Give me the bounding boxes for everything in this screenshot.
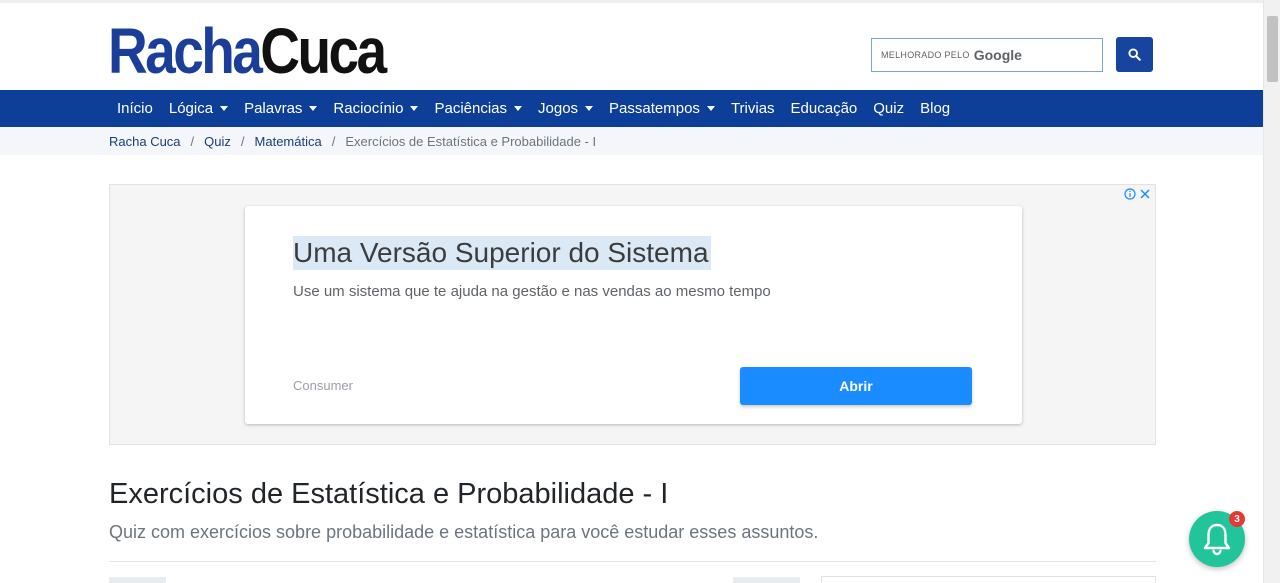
- nav-item-label: Raciocínio: [333, 100, 404, 117]
- ad-title[interactable]: Uma Versão Superior do Sistema: [293, 236, 711, 270]
- breadcrumb-separator: /: [331, 133, 336, 149]
- search-prefix-text: MELHORADO PELO: [881, 50, 970, 60]
- nav-items: Início Lógica Palavras Raciocínio Paciências…: [109, 90, 958, 127]
- breadcrumb-quiz[interactable]: Quiz: [204, 134, 231, 149]
- nav-item-jogos[interactable]: Jogos: [530, 100, 601, 117]
- main-nav: Início Lógica Palavras Raciocínio Paciências…: [0, 90, 1263, 127]
- caret-down-icon: [410, 106, 419, 111]
- site-logo[interactable]: Racha Cuca: [108, 11, 387, 87]
- breadcrumb-home[interactable]: Racha Cuca: [109, 134, 181, 149]
- caret-down-icon: [309, 106, 318, 111]
- nav-item-logica[interactable]: Lógica: [161, 100, 236, 117]
- search-icon: [1128, 48, 1141, 61]
- nav-item-label: Blog: [920, 100, 951, 117]
- ad-info-icon[interactable]: [1124, 188, 1136, 200]
- page-title: Exercícios de Estatística e Probabilidad…: [109, 478, 669, 510]
- breadcrumb-bar: Racha Cuca / Quiz / Matemática / Exercíc…: [0, 127, 1263, 155]
- nav-item-label: Passatempos: [609, 100, 700, 117]
- site-header: Racha Cuca MELHORADO PELO Google: [0, 0, 1263, 90]
- logo-part-racha: Racha: [108, 15, 263, 87]
- nav-item-passatempos[interactable]: Passatempos: [601, 100, 723, 117]
- nav-item-paciencias[interactable]: Paciências: [426, 100, 530, 117]
- content-block: [733, 577, 800, 583]
- nav-item-label: Lógica: [168, 100, 214, 117]
- notification-bell-button[interactable]: 3: [1189, 511, 1245, 567]
- google-brand-text: Google: [973, 47, 1022, 63]
- nav-item-label: Paciências: [434, 100, 508, 117]
- notification-count-badge: 3: [1229, 511, 1245, 527]
- nav-item-trivias[interactable]: Trivias: [723, 100, 783, 117]
- nav-item-quiz[interactable]: Quiz: [865, 100, 912, 117]
- ad-open-button[interactable]: Abrir: [740, 367, 972, 405]
- nav-item-label: Jogos: [538, 100, 579, 117]
- nav-item-inicio[interactable]: Início: [109, 100, 161, 117]
- divider: [109, 561, 1156, 562]
- ad-card[interactable]: Uma Versão Superior do Sistema Use um si…: [245, 206, 1022, 424]
- nav-item-educacao[interactable]: Educação: [783, 100, 866, 117]
- bell-icon: [1203, 523, 1231, 556]
- nav-item-label: Educação: [790, 100, 858, 117]
- content-panel: [821, 576, 1156, 583]
- caret-down-icon: [220, 106, 229, 111]
- ad-banner[interactable]: Uma Versão Superior do Sistema Use um si…: [109, 184, 1156, 445]
- scrollbar-thumb[interactable]: [1267, 16, 1278, 82]
- breadcrumb-separator: /: [190, 133, 195, 149]
- search-input[interactable]: MELHORADO PELO Google: [871, 38, 1103, 72]
- page-subtitle: Quiz com exercícios sobre probabilidade …: [109, 522, 819, 542]
- nav-item-raciocinio[interactable]: Raciocínio: [325, 100, 426, 117]
- ad-source: Consumer: [293, 378, 353, 393]
- breadcrumb: Racha Cuca / Quiz / Matemática / Exercíc…: [109, 127, 596, 155]
- logo-part-cuca: Cuca: [260, 15, 387, 87]
- search-button[interactable]: [1116, 37, 1153, 72]
- breadcrumb-current: Exercícios de Estatística e Probabilidad…: [345, 133, 597, 149]
- content-block: [109, 577, 166, 583]
- ad-choices: [1124, 188, 1151, 200]
- caret-down-icon: [706, 106, 715, 111]
- nav-item-blog[interactable]: Blog: [912, 100, 958, 117]
- caret-down-icon: [514, 106, 523, 111]
- caret-down-icon: [585, 106, 594, 111]
- nav-item-label: Início: [117, 100, 153, 117]
- breadcrumb-separator: /: [240, 133, 245, 149]
- ad-close-icon[interactable]: [1139, 188, 1151, 200]
- nav-item-label: Trivias: [730, 100, 775, 117]
- nav-item-label: Quiz: [873, 100, 905, 117]
- nav-item-palavras[interactable]: Palavras: [236, 100, 325, 117]
- breadcrumb-matematica[interactable]: Matemática: [255, 134, 322, 149]
- nav-item-label: Palavras: [244, 100, 303, 117]
- page-scrollbar[interactable]: [1263, 0, 1280, 583]
- ad-description: Use um sistema que te ajuda na gestão e …: [293, 283, 771, 300]
